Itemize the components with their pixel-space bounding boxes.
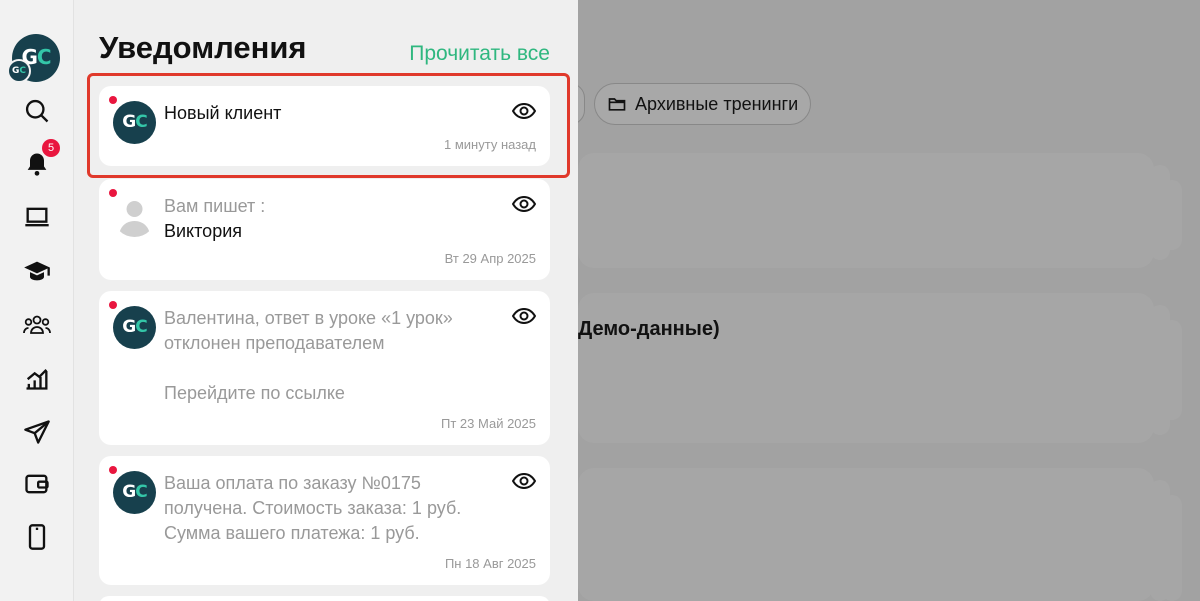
send-icon[interactable] bbox=[22, 417, 52, 447]
search-icon[interactable] bbox=[22, 96, 52, 126]
avatar: GC bbox=[113, 471, 156, 514]
archived-trainings-label: Архивные тренинги bbox=[635, 93, 799, 114]
eye-icon[interactable] bbox=[512, 307, 536, 325]
person-avatar-icon bbox=[113, 194, 156, 237]
read-all-link[interactable]: Прочитать все bbox=[409, 42, 550, 66]
sidebar-nav: GC GC 5 bbox=[0, 0, 74, 601]
folder-icon bbox=[608, 98, 626, 111]
notification-line bbox=[164, 356, 504, 381]
avatar: GC bbox=[113, 306, 156, 349]
unread-dot bbox=[109, 189, 117, 197]
training-card-tab bbox=[1162, 495, 1182, 601]
unread-dot bbox=[109, 301, 117, 309]
eye-icon[interactable] bbox=[512, 472, 536, 490]
highlight-outline bbox=[87, 73, 570, 178]
training-card-tab bbox=[1162, 180, 1182, 250]
users-icon[interactable] bbox=[22, 310, 52, 340]
notification-item[interactable]: Вам пишет : Виктория Вт 29 Апр 2025 bbox=[99, 179, 550, 280]
unread-dot bbox=[109, 466, 117, 474]
avatar-logo-text: GC bbox=[122, 482, 147, 502]
notification-text: Вам пишет : Виктория bbox=[164, 194, 504, 244]
eye-icon[interactable] bbox=[512, 195, 536, 213]
notification-line: Вам пишет : bbox=[164, 196, 266, 216]
notification-text: Ваша оплата по заказу №0175 получена. Ст… bbox=[164, 471, 504, 546]
laptop-icon[interactable] bbox=[22, 202, 52, 232]
notification-item[interactable]: GC Валентина, ответ в уроке «1 урок» отк… bbox=[99, 291, 550, 445]
notification-item[interactable] bbox=[99, 596, 550, 601]
training-card[interactable] bbox=[578, 293, 1154, 443]
phone-icon[interactable] bbox=[22, 522, 52, 552]
notification-line: отклонен преподавателем bbox=[164, 333, 385, 353]
notification-link-text: Перейдите по ссылке bbox=[164, 383, 345, 403]
notification-line: Сумма вашего платежа: 1 руб. bbox=[164, 523, 420, 543]
notification-text: Валентина, ответ в уроке «1 урок» отклон… bbox=[164, 306, 504, 406]
training-card-tab bbox=[1162, 320, 1182, 420]
training-card[interactable] bbox=[578, 468, 1154, 601]
notification-time: Вт 29 Апр 2025 bbox=[444, 251, 536, 266]
notification-sender: Виктория bbox=[164, 221, 243, 241]
notification-item[interactable]: GC Ваша оплата по заказу №0175 получена.… bbox=[99, 456, 550, 585]
notification-count-badge: 5 bbox=[42, 139, 60, 157]
training-card[interactable] bbox=[578, 153, 1154, 268]
panel-title: Уведомления bbox=[99, 30, 307, 65]
training-card-title: Демо-данные) bbox=[578, 318, 720, 340]
mini-logo: GC bbox=[7, 59, 31, 83]
account-logo[interactable]: GC GC bbox=[7, 34, 60, 83]
notification-time: Пт 23 Май 2025 bbox=[441, 416, 536, 431]
wallet-icon[interactable] bbox=[22, 469, 52, 499]
notification-time: Пн 18 Авг 2025 bbox=[444, 556, 536, 571]
graduation-cap-icon[interactable] bbox=[22, 256, 52, 286]
notification-line: Ваша оплата по заказу №0175 bbox=[164, 473, 421, 493]
avatar-logo-text: GC bbox=[122, 317, 147, 337]
archived-trainings-button[interactable]: Архивные тренинги bbox=[594, 83, 812, 125]
notification-line: получена. Стоимость заказа: 1 руб. bbox=[164, 498, 462, 518]
chart-icon[interactable] bbox=[22, 363, 52, 393]
notification-line: Валентина, ответ в уроке «1 урок» bbox=[164, 308, 453, 328]
